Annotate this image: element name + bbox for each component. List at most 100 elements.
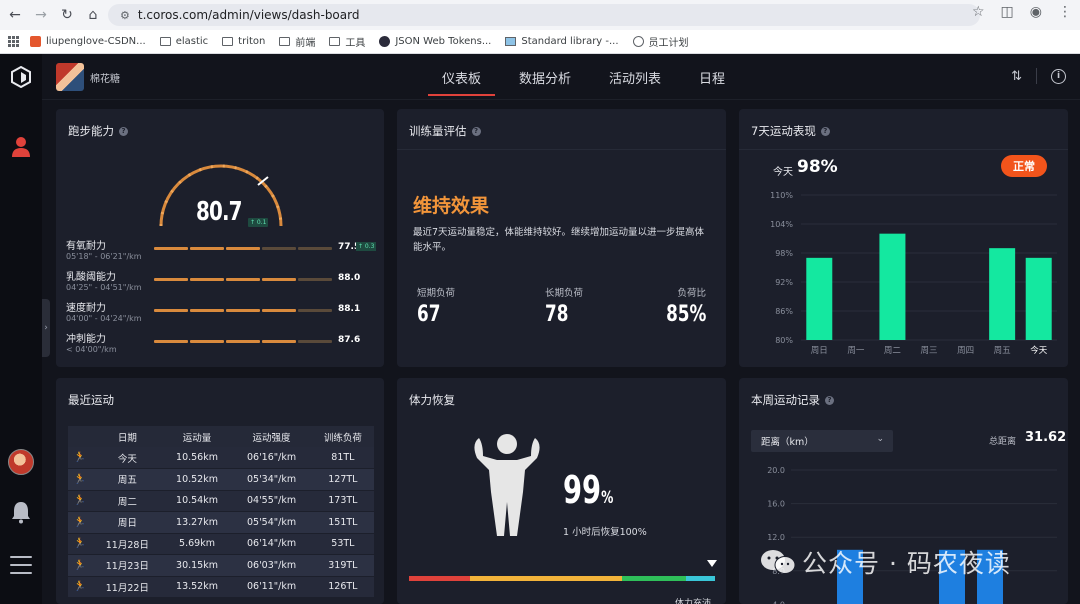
browser-actions: ☆ ◫ ◉ ⋮ [972,4,1072,20]
bookmark-frontend[interactable]: 前端 [279,34,315,49]
sidebar-collapse-handle[interactable]: › [42,299,50,357]
ability-value: 87.6 [338,335,361,345]
back-icon[interactable]: ← [4,4,26,26]
bar [806,257,833,340]
long-term-load-label: 长期负荷 [545,288,584,299]
y-tick-label: 98% [775,249,793,258]
date-cell: 11月23日 [92,554,163,577]
table-row[interactable]: 🏃 周二 10.54km 04'55"/km 173TL [68,490,374,512]
card-title: 体力恢复 [409,393,455,407]
ability-bar [154,340,332,343]
scale-segment-high [621,576,686,581]
app-root: › 棉花糖 仪表板 数据分析 活动列表 日程 ⇅ i 跑步能力? 80.7 ↑ … [0,54,1080,604]
folder-icon [279,37,291,46]
date-cell: 周二 [92,490,163,512]
csdn-icon [30,36,41,47]
jwt-icon [379,36,391,47]
tab-data-analysis[interactable]: 数据分析 [505,54,585,100]
extensions-icon[interactable]: ◫ [1001,4,1014,20]
help-icon[interactable]: ? [119,126,128,136]
performance-bar-chart: 80% 86% 92% 98% 104% 110% 周日 周一 周二 周三 周四 周五 今天 [770,191,1057,356]
avatar[interactable] [8,449,34,475]
runner-icon: 🏃 [73,473,87,485]
column-header-volume: 运动量 [162,426,232,447]
ability-label: 冲刺能力 [66,334,106,345]
tab-dashboard[interactable]: 仪表板 [428,54,496,100]
menu-icon[interactable] [10,556,32,574]
address-bar[interactable]: ⚙ t.coros.com/admin/views/dash-board [108,4,980,26]
divider [1036,68,1037,84]
sort-icon[interactable]: ⇅ [1011,69,1022,84]
recovery-scale-bar [409,576,715,581]
table-row[interactable]: 🏃 11月28日 5.69km 06'14"/km 53TL [68,533,374,555]
ability-row: 速度耐力 04'00" - 04'24"/km 88.1 [66,299,384,329]
help-icon[interactable]: ? [471,126,481,136]
table-row[interactable]: 🏃 周五 10.52km 05'34"/km 127TL [68,468,374,491]
info-icon[interactable]: i [1051,68,1066,84]
divider [397,149,726,150]
intensity-cell: 04'55"/km [231,490,312,512]
profile-icon[interactable]: ◉ [1030,4,1042,20]
coros-logo-icon[interactable] [10,66,32,88]
image-icon [505,37,517,46]
table-row[interactable]: 🏃 今天 10.56km 06'16"/km 81TL [68,447,374,469]
table-row[interactable]: 🏃 11月22日 13.52km 06'11"/km 126TL [68,576,374,598]
ability-score: 80.7 [196,197,243,227]
load-status: 维持效果 [413,195,490,217]
bookmark-star-icon[interactable]: ☆ [972,4,985,20]
load-description: 最近7天运动量稳定，体能维持较好。继续增加运动量以进一步提高体能水平。 [413,227,705,253]
bookmark-elastic[interactable]: elastic [159,36,208,47]
date-cell: 周日 [92,511,163,534]
home-icon[interactable]: ⌂ [82,4,104,26]
bookmark-tools[interactable]: 工具 [329,34,365,49]
recent-activities-card: 最近运动 日期 运动量 运动强度 训练负荷 🏃 今天 10.56km 06'16"/k… [56,378,384,604]
ability-pace: < 04'00"/km [66,345,117,354]
y-tick-label: 104% [770,220,793,229]
bell-icon[interactable] [10,500,32,524]
volume-cell: 10.54km [162,490,232,512]
ability-pace: 05'18" - 06'21"/km [66,252,142,261]
y-tick-label: 86% [775,307,793,316]
bookmark-jwt[interactable]: JSON Web Tokens... [379,36,491,47]
side-nav [0,54,42,604]
table-row[interactable]: 🏃 周日 13.27km 05'54"/km 151TL [68,511,374,534]
x-tick-label: 周五 [994,346,1012,356]
tab-schedule[interactable]: 日程 [685,54,739,100]
site-settings-icon[interactable]: ⚙ [120,9,130,22]
recent-activities-table: 日期 运动量 运动强度 训练负荷 🏃 今天 10.56km 06'16"/km 81TL… [68,426,374,598]
y-tick-label: 80% [775,336,793,345]
intensity-cell: 05'54"/km [231,511,312,534]
recovery-value: 99% [563,468,614,512]
reload-icon[interactable]: ↻ [56,4,78,26]
y-tick-label: 20.0 [767,466,785,475]
bookmark-csdn[interactable]: liupenglove-CSDN... [30,36,146,47]
scale-segment-low [409,576,471,581]
load-cell: 127TL [311,468,374,491]
forward-icon[interactable]: → [30,4,52,26]
bookmark-stdlib[interactable]: Standard library -... [505,36,619,47]
bookmark-triton[interactable]: triton [222,36,265,47]
ability-bar [154,278,332,281]
date-cell: 今天 [92,447,163,469]
load-cell: 319TL [311,554,374,577]
table-row[interactable]: 🏃 11月23日 30.15km 06'03"/km 319TL [68,554,374,577]
activity-type-cell: 🏃 [68,533,92,555]
card-title: 最近运动 [68,393,114,407]
ability-row: 有氧耐力 05'18" - 06'21"/km 77.5 ↑ 0.3 [66,237,384,267]
tab-activity-list[interactable]: 活动列表 [595,54,675,100]
seven-day-performance-card: 7天运动表现? 今天 98% 正常 80% 86% 92% 98% 104% 110% 周日… [739,109,1068,367]
browser-toolbar: ← → ↻ ⌂ ⚙ t.coros.com/admin/views/dash-b… [0,0,1080,30]
activity-type-cell: 🏃 [68,468,92,491]
bookmark-employee-plan[interactable]: 员工计划 [632,34,689,49]
load-cell: 126TL [311,576,374,598]
apps-grid-icon[interactable] [8,35,20,48]
score-delta-badge: ↑ 0.1 [248,218,269,227]
runner-icon: 🏃 [73,538,87,550]
more-menu-icon[interactable]: ⋮ [1058,4,1072,20]
intensity-cell: 06'14"/km [231,533,312,555]
scale-segment-mid [470,576,622,581]
activity-type-cell: 🏃 [68,554,92,577]
user-icon[interactable] [11,136,31,158]
bar [879,233,906,340]
user-chip[interactable]: 棉花糖 [56,63,120,91]
